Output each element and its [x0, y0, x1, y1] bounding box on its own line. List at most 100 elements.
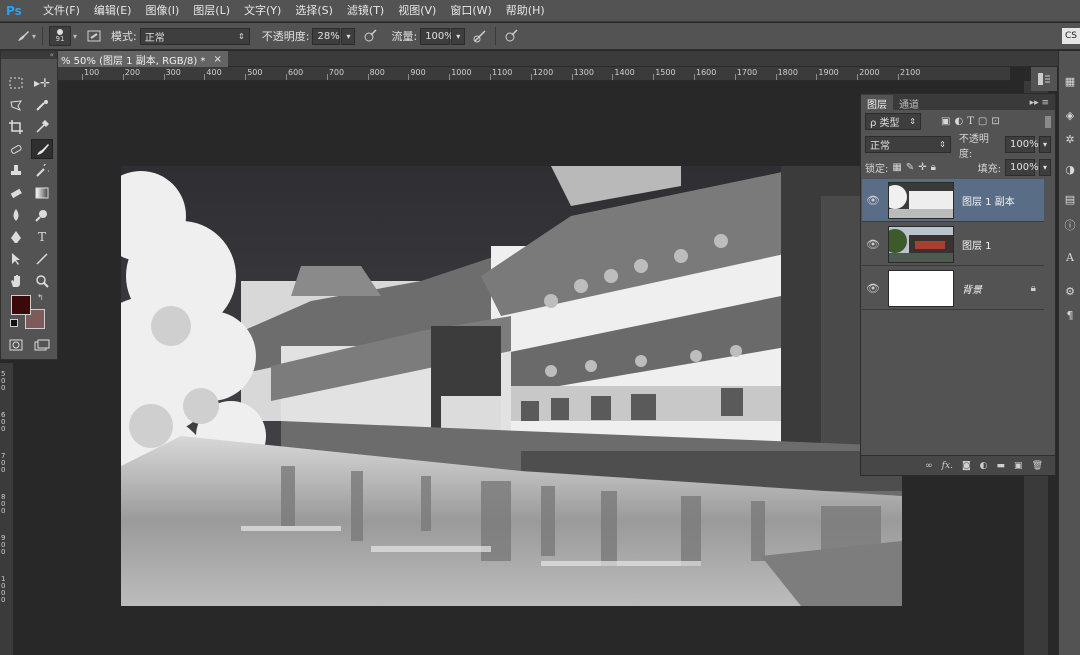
menu-help[interactable]: 帮助(H): [499, 0, 552, 22]
add-mask-icon[interactable]: ◙: [962, 461, 971, 471]
lock-all-icon[interactable]: 🔒︎: [931, 162, 936, 173]
menu-select[interactable]: 选择(S): [288, 0, 340, 22]
styles-icon[interactable]: ✲: [1062, 131, 1078, 147]
layer-row[interactable]: 👁︎ 图层 1: [862, 223, 1044, 266]
foreground-color-swatch-top[interactable]: [11, 295, 31, 315]
layer-name[interactable]: 图层 1: [962, 237, 992, 252]
ruler-tick: [82, 74, 83, 80]
flow-dropdown-icon[interactable]: ▾: [451, 27, 466, 45]
pressure-opacity-icon[interactable]: [361, 27, 379, 45]
fill-dropdown-icon[interactable]: ▾: [1039, 159, 1051, 176]
lock-paint-icon[interactable]: ✎: [906, 162, 914, 173]
quick-mask-icon[interactable]: [5, 335, 27, 355]
marquee-tool-icon[interactable]: [5, 73, 27, 93]
move-tool-icon[interactable]: ▸✛: [31, 73, 53, 93]
link-layers-icon[interactable]: ∞: [925, 461, 933, 471]
brush-tool-icon[interactable]: [31, 139, 53, 159]
layer-opacity-input[interactable]: 100%: [1005, 136, 1039, 153]
crop-tool-icon[interactable]: [5, 117, 27, 137]
menu-type[interactable]: 文字(Y): [237, 0, 288, 22]
layer-name[interactable]: 背景: [962, 281, 982, 296]
menu-view[interactable]: 视图(V): [391, 0, 443, 22]
filter-adjustment-icon[interactable]: ◐: [954, 116, 963, 127]
menu-image[interactable]: 图像(I): [138, 0, 186, 22]
menu-layer[interactable]: 图层(L): [186, 0, 237, 22]
brush-picker-dropdown-icon[interactable]: ▾: [73, 32, 77, 41]
tab-channels[interactable]: 通道: [893, 95, 925, 111]
zoom-tool-icon[interactable]: [31, 271, 53, 291]
paths-icon[interactable]: ⚙: [1062, 283, 1078, 299]
layers-dock-icon[interactable]: ◈: [1062, 107, 1078, 123]
history-brush-tool-icon[interactable]: [31, 161, 53, 181]
pen-tool-icon[interactable]: [5, 227, 27, 247]
default-colors-icon[interactable]: [10, 319, 18, 327]
tool-preset-dropdown-icon[interactable]: ▾: [32, 32, 36, 41]
history-panel-icon[interactable]: [1031, 67, 1057, 91]
new-layer-icon[interactable]: ▣: [1014, 461, 1023, 471]
ruler-label: 1000: [1, 575, 6, 604]
layer-style-icon[interactable]: fx.: [942, 461, 953, 471]
adjustment-layer-icon[interactable]: ◐: [980, 461, 988, 471]
dodge-tool-icon[interactable]: [31, 205, 53, 225]
swap-colors-icon[interactable]: ↰: [37, 293, 44, 302]
swatches-icon[interactable]: ▦: [1062, 73, 1078, 89]
paragraph-icon[interactable]: ¶: [1062, 307, 1078, 323]
eye-icon[interactable]: 👁︎: [862, 194, 884, 207]
opacity-dropdown-icon[interactable]: ▾: [341, 27, 356, 45]
lock-position-icon[interactable]: ✛: [918, 162, 926, 173]
filter-shape-icon[interactable]: ▢: [978, 116, 987, 127]
healing-brush-tool-icon[interactable]: [5, 139, 27, 159]
brush-tool-icon[interactable]: [14, 27, 32, 45]
brush-panel-toggle-icon[interactable]: [85, 27, 103, 45]
brush-preset-picker[interactable]: 91: [49, 26, 72, 46]
gradient-tool-icon[interactable]: [31, 183, 53, 203]
blur-tool-icon[interactable]: [5, 205, 27, 225]
flow-input[interactable]: 100%: [420, 27, 454, 45]
clone-stamp-tool-icon[interactable]: [5, 161, 27, 181]
eye-icon[interactable]: 👁︎: [862, 238, 884, 251]
filter-pixel-icon[interactable]: ▣: [941, 116, 950, 127]
workspace-switcher-button[interactable]: CS: [1062, 28, 1080, 44]
lock-transparent-icon[interactable]: ▦: [892, 162, 901, 173]
path-selection-tool-icon[interactable]: [5, 249, 27, 269]
lasso-tool-icon[interactable]: [5, 95, 27, 115]
opacity-input[interactable]: 28%: [312, 27, 341, 45]
menu-window[interactable]: 窗口(W): [443, 0, 498, 22]
character-icon[interactable]: A: [1062, 249, 1078, 265]
close-tab-icon[interactable]: ×: [213, 54, 221, 65]
pressure-size-icon[interactable]: [502, 27, 520, 45]
panel-menu-icon[interactable]: ▸▸ ≡: [1024, 98, 1055, 110]
eyedropper-tool-icon[interactable]: [31, 117, 53, 137]
mode-select[interactable]: 正常 ⇕: [139, 27, 250, 45]
airbrush-icon[interactable]: [471, 27, 489, 45]
layer-row[interactable]: 👁︎ 背景 🔒︎: [862, 267, 1044, 310]
fill-input[interactable]: 100%: [1005, 159, 1039, 176]
blend-mode-select[interactable]: 正常 ⇕: [865, 136, 951, 153]
canvas-image[interactable]: [121, 166, 902, 606]
document-tab[interactable]: % 50% (图层 1 副本, RGB/8) * ×: [58, 51, 228, 67]
menu-file[interactable]: 文件(F): [36, 0, 87, 22]
filter-type-icon[interactable]: T: [967, 116, 974, 127]
menu-edit[interactable]: 编辑(E): [87, 0, 139, 22]
layer-name[interactable]: 图层 1 副本: [962, 193, 1015, 208]
screen-mode-icon[interactable]: [31, 335, 53, 355]
channels-icon[interactable]: ▤: [1062, 191, 1078, 207]
filter-type-select[interactable]: ρ 类型 ⇕: [865, 113, 921, 130]
layer-row[interactable]: 👁︎ 图层 1 副本: [862, 179, 1044, 222]
layer-opacity-dropdown-icon[interactable]: ▾: [1039, 136, 1051, 153]
tab-layers[interactable]: 图层: [861, 95, 893, 111]
new-group-icon[interactable]: ▬: [997, 461, 1006, 471]
eye-icon[interactable]: 👁︎: [862, 282, 884, 295]
type-tool-icon[interactable]: T: [31, 227, 53, 247]
info-icon[interactable]: ⓘ: [1062, 217, 1078, 233]
quick-select-tool-icon[interactable]: [31, 95, 53, 115]
eraser-tool-icon[interactable]: [5, 183, 27, 203]
line-tool-icon[interactable]: [31, 249, 53, 269]
filter-toggle[interactable]: [1045, 115, 1051, 128]
hand-tool-icon[interactable]: [5, 271, 27, 291]
trash-icon[interactable]: 🗑︎: [1032, 461, 1043, 471]
panel-collapse-icon[interactable]: «: [1, 51, 57, 59]
adjustments-icon[interactable]: ◑: [1062, 161, 1078, 177]
filter-smart-object-icon[interactable]: ⊡: [991, 116, 999, 127]
menu-filter[interactable]: 滤镜(T): [340, 0, 391, 22]
